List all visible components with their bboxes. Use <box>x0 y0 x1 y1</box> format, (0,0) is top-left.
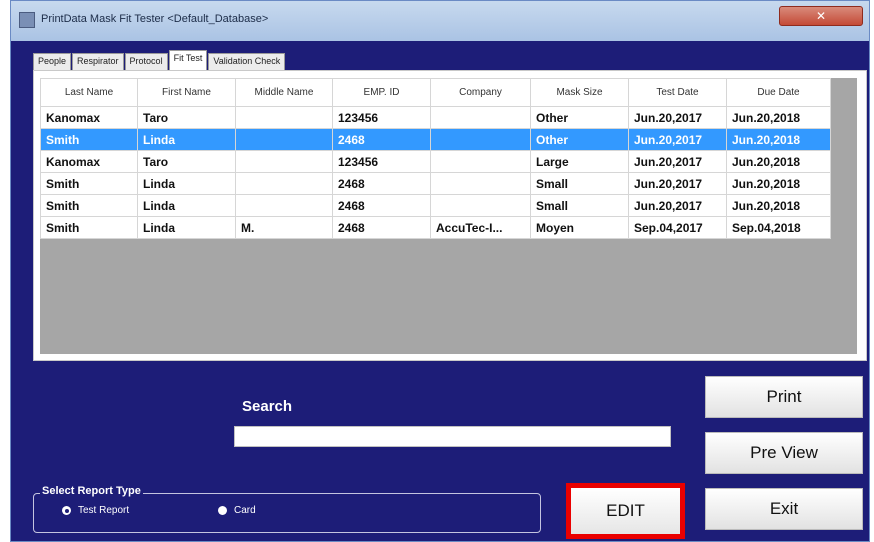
table-cell: Jun.20,2017 <box>628 172 727 195</box>
column-header-company[interactable]: Company <box>430 78 531 107</box>
table-cell: Moyen <box>530 216 629 239</box>
radio-label: Test Report <box>78 505 130 516</box>
table-cell: Small <box>530 172 629 195</box>
table-cell: Linda <box>137 194 236 217</box>
app-icon <box>19 12 35 28</box>
table-row[interactable]: Kanomax Taro 123456 Large Jun.20,2017 Jun.20,… <box>40 150 831 173</box>
table-cell: Other <box>530 106 629 129</box>
tab-protocol[interactable]: Protocol <box>124 53 168 70</box>
table-cell: 2468 <box>332 194 431 217</box>
table-cell <box>430 128 531 151</box>
radio-test-report[interactable]: Test Report <box>62 505 129 516</box>
table-cell: Other <box>530 128 629 151</box>
table-cell: 2468 <box>332 172 431 195</box>
edit-button[interactable]: EDIT <box>571 488 680 534</box>
column-header-due-date[interactable]: Due Date <box>726 78 831 107</box>
table-cell <box>235 172 333 195</box>
table-cell <box>430 194 531 217</box>
report-type-legend: Select Report Type <box>40 485 143 497</box>
tab-respirator[interactable]: Respirator <box>72 53 124 70</box>
tab-fit-test[interactable]: Fit Test <box>168 50 208 70</box>
table-cell <box>430 172 531 195</box>
tab-strip: People Respirator Protocol Fit Test Validati… <box>33 50 286 70</box>
table-cell: Jun.20,2017 <box>628 128 727 151</box>
edit-highlight-box: EDIT <box>566 483 685 539</box>
table-row[interactable]: Smith Linda 2468 Small Jun.20,2017 Jun.20,201… <box>40 194 831 217</box>
close-button[interactable]: ✕ <box>779 6 863 26</box>
column-header-emp-id[interactable]: EMP. ID <box>332 78 431 107</box>
column-header-middle-name[interactable]: Middle Name <box>235 78 333 107</box>
records-grid: Last Name First Name Middle Name EMP. ID Com… <box>40 78 857 354</box>
report-type-group: Select Report Type Test Report Card <box>33 485 541 533</box>
radio-unselected-icon <box>218 506 227 515</box>
column-header-first-name[interactable]: First Name <box>137 78 236 107</box>
table-cell: Smith <box>40 128 138 151</box>
table-row[interactable]: Kanomax Taro 123456 Other Jun.20,2017 Jun.20,… <box>40 106 831 129</box>
app-window: PrintData Mask Fit Tester <Default_Datab… <box>10 0 870 542</box>
print-button[interactable]: Print <box>705 376 863 418</box>
table-cell: Jun.20,2018 <box>726 194 831 217</box>
table-row[interactable]: Smith Linda 2468 Other Jun.20,2017 Jun.20,201… <box>40 128 831 151</box>
table-cell: Smith <box>40 216 138 239</box>
table-cell: Kanomax <box>40 106 138 129</box>
table-cell: Taro <box>137 150 236 173</box>
preview-button[interactable]: Pre View <box>705 432 863 474</box>
radio-card[interactable]: Card <box>218 505 256 516</box>
table-cell: Jun.20,2017 <box>628 106 727 129</box>
radio-selected-icon <box>62 506 71 515</box>
table-cell: Smith <box>40 194 138 217</box>
table-cell <box>430 150 531 173</box>
table-cell: Jun.20,2018 <box>726 128 831 151</box>
table-cell <box>235 194 333 217</box>
table-cell: 2468 <box>332 216 431 239</box>
table-cell: M. <box>235 216 333 239</box>
table-cell: Smith <box>40 172 138 195</box>
table-cell: 2468 <box>332 128 431 151</box>
table-cell: Jun.20,2018 <box>726 106 831 129</box>
table-cell <box>235 106 333 129</box>
table-row[interactable]: Smith Linda M. 2468 AccuTec-I... Moyen Sep.04,… <box>40 216 831 239</box>
table-cell: Small <box>530 194 629 217</box>
table-cell: Linda <box>137 216 236 239</box>
fit-test-panel: Last Name First Name Middle Name EMP. ID Com… <box>33 70 867 361</box>
search-input[interactable] <box>234 426 671 447</box>
table-cell: Jun.20,2018 <box>726 172 831 195</box>
records-table: Last Name First Name Middle Name EMP. ID Com… <box>40 78 831 239</box>
table-cell: Jun.20,2017 <box>628 194 727 217</box>
table-cell: Taro <box>137 106 236 129</box>
table-cell <box>430 106 531 129</box>
table-cell <box>235 128 333 151</box>
table-cell: Linda <box>137 172 236 195</box>
column-header-last-name[interactable]: Last Name <box>40 78 138 107</box>
tab-people[interactable]: People <box>33 53 72 70</box>
table-cell: Kanomax <box>40 150 138 173</box>
title-bar: PrintData Mask Fit Tester <Default_Datab… <box>11 1 869 41</box>
table-cell: Linda <box>137 128 236 151</box>
table-cell: 123456 <box>332 150 431 173</box>
column-header-test-date[interactable]: Test Date <box>628 78 727 107</box>
table-cell: Jun.20,2018 <box>726 150 831 173</box>
radio-label: Card <box>234 505 256 516</box>
table-row[interactable]: Smith Linda 2468 Small Jun.20,2017 Jun.20,201… <box>40 172 831 195</box>
table-cell: Sep.04,2017 <box>628 216 727 239</box>
table-cell: Sep.04,2018 <box>726 216 831 239</box>
search-label: Search <box>242 398 293 415</box>
table-cell: 123456 <box>332 106 431 129</box>
column-header-mask-size[interactable]: Mask Size <box>530 78 629 107</box>
table-cell: AccuTec-I... <box>430 216 531 239</box>
table-cell: Large <box>530 150 629 173</box>
tab-validation-check[interactable]: Validation Check <box>208 53 286 70</box>
window-title: PrintData Mask Fit Tester <Default_Datab… <box>41 13 269 25</box>
exit-button[interactable]: Exit <box>705 488 863 530</box>
table-cell: Jun.20,2017 <box>628 150 727 173</box>
table-cell <box>235 150 333 173</box>
